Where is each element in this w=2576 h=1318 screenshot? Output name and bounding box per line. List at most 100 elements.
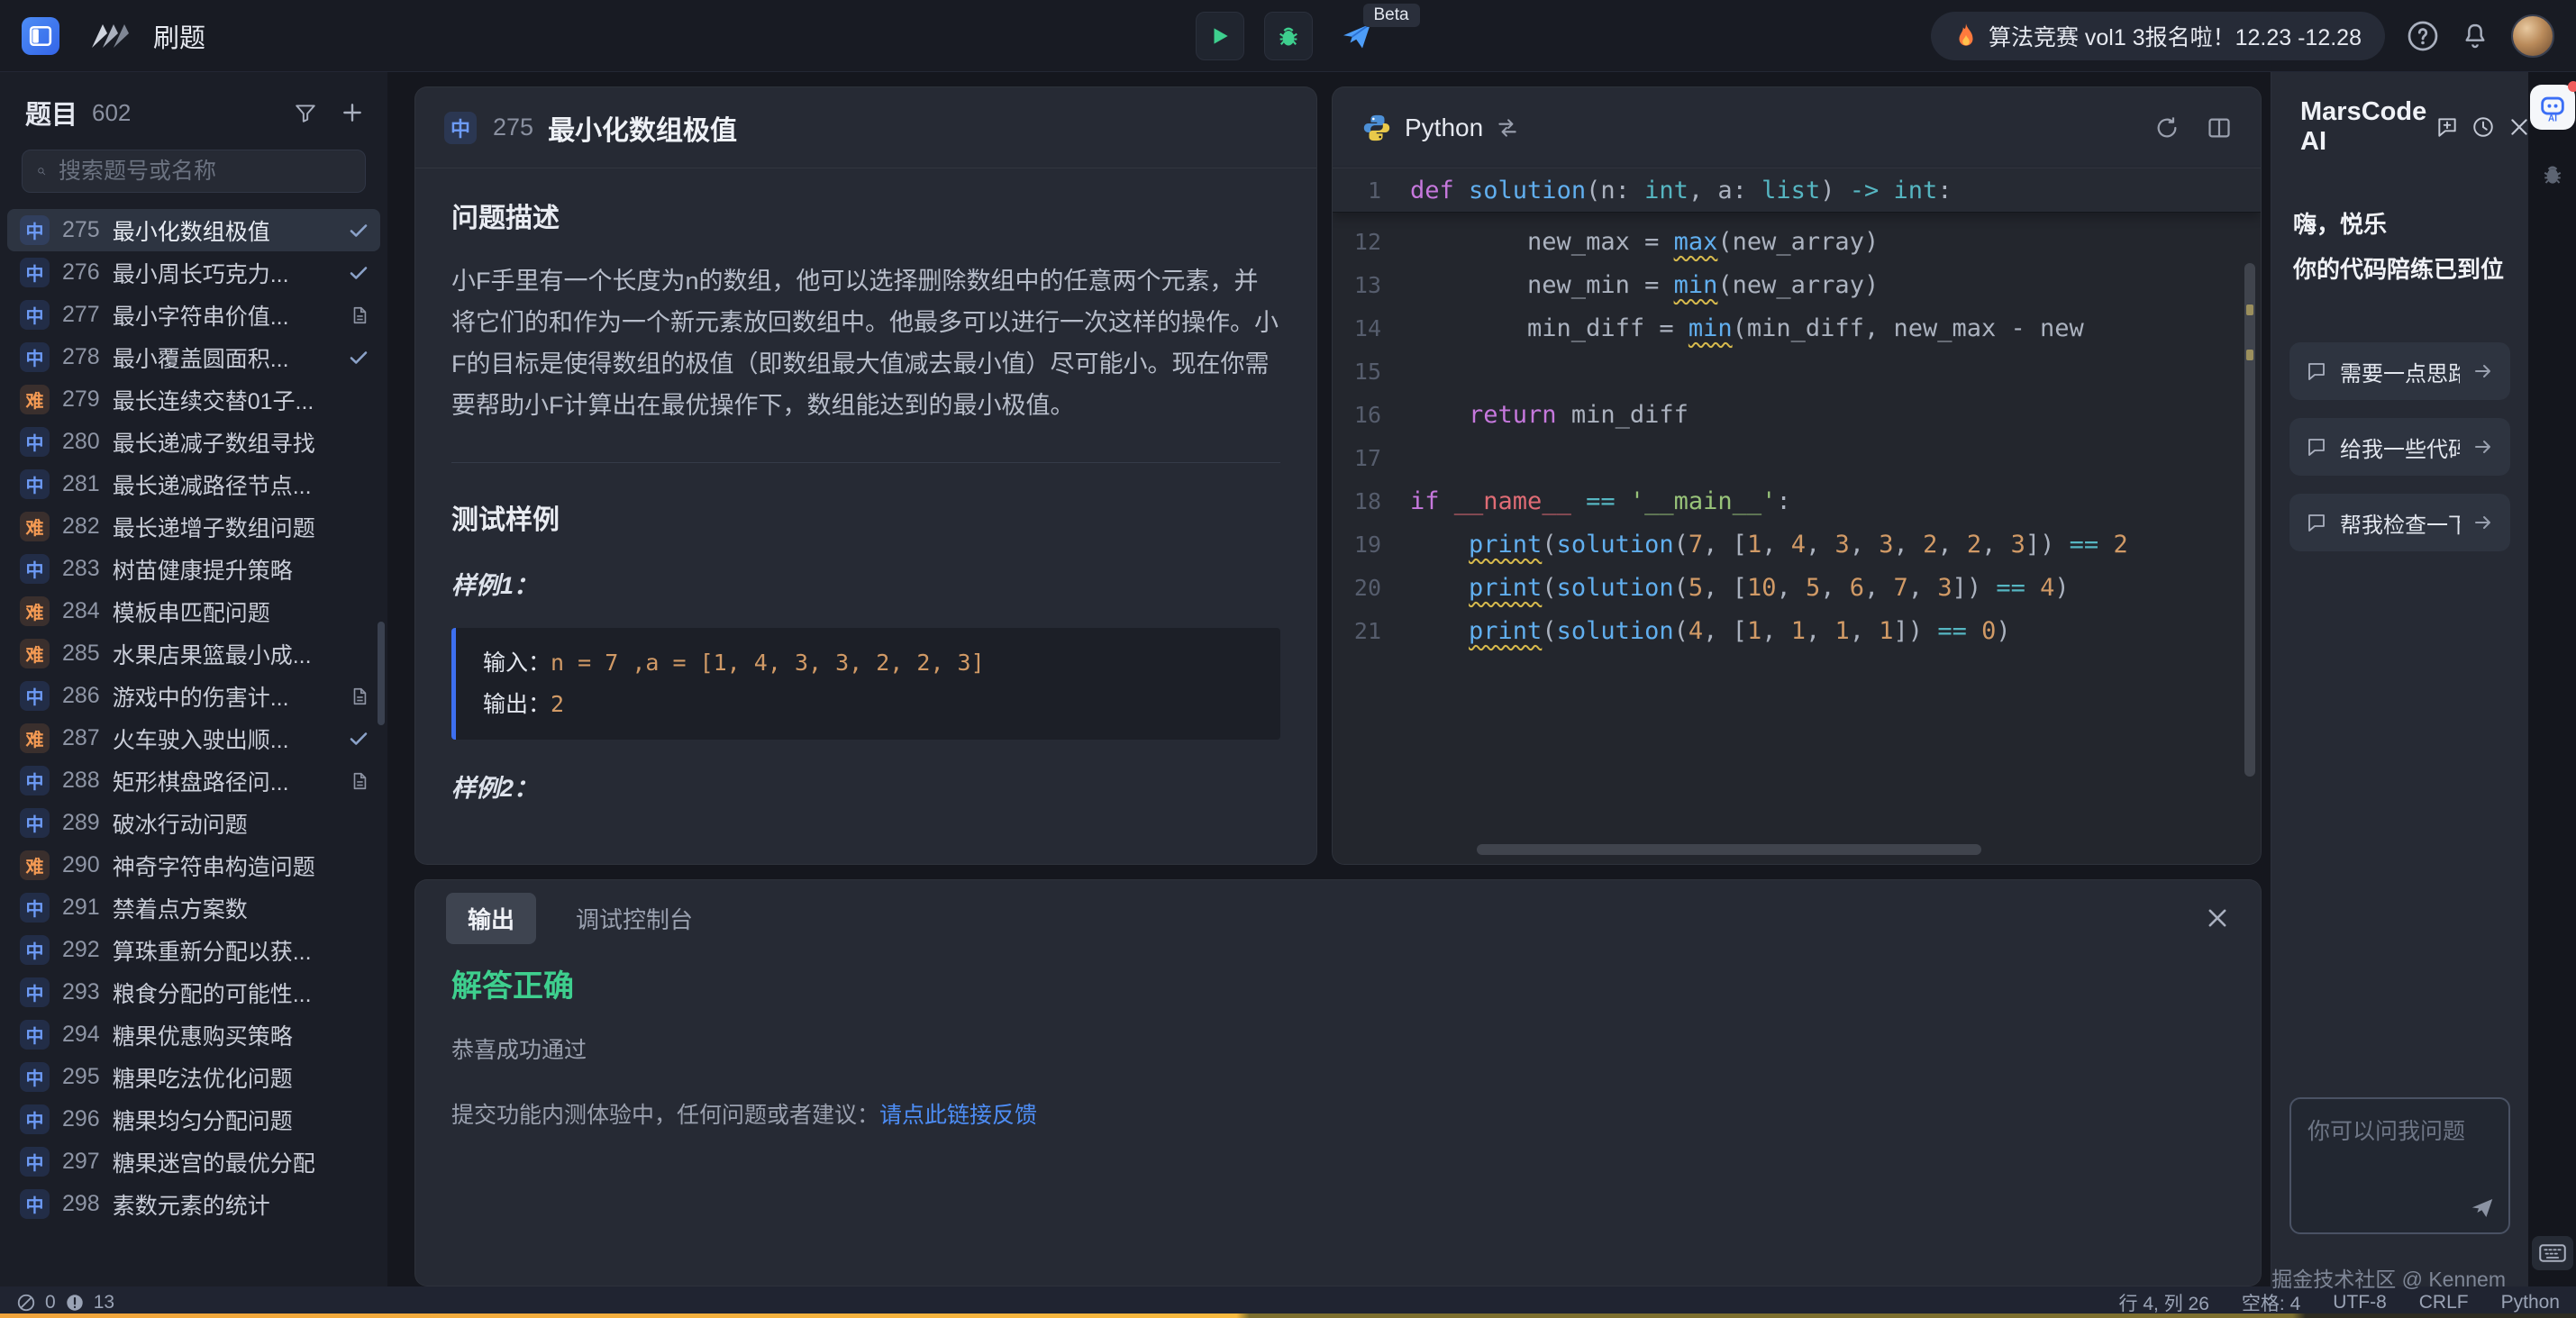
problem-item[interactable]: 中291禁着点方案数: [7, 886, 380, 929]
problem-item[interactable]: 难285水果店果篮最小成...: [7, 632, 380, 675]
code-lines: 12 new_max = max(new_array)13 new_min = …: [1333, 213, 2261, 652]
new-chat-icon[interactable]: [2435, 115, 2459, 139]
code-text: def solution(n: int, a: list) -> int:: [1410, 177, 1952, 205]
ai-greeting-line1: 嗨，悦乐: [2293, 202, 2507, 247]
ai-suggestion-card[interactable]: 帮我检查一下代码: [2289, 494, 2510, 551]
bug-report-icon[interactable]: [2538, 160, 2567, 187]
problem-item[interactable]: 中278最小覆盖圆面积...: [7, 336, 380, 378]
problem-title: 糖果优惠购买策略: [113, 1019, 369, 1051]
problem-count: 602: [92, 99, 131, 127]
code-line[interactable]: 18if __name__ == '__main__':: [1333, 479, 2261, 523]
problem-item[interactable]: 中283树苗健康提升策略: [7, 548, 380, 590]
difficulty-badge: 中: [20, 808, 50, 838]
problem-item[interactable]: 中298素数元素的统计: [7, 1183, 380, 1225]
difficulty-badge: 中: [20, 258, 50, 287]
close-icon[interactable]: [2205, 905, 2230, 931]
code-line[interactable]: 16 return min_diff: [1333, 393, 2261, 436]
problem-item[interactable]: 中294糖果优惠购买策略: [7, 1013, 380, 1056]
feedback-link[interactable]: 请点此链接反馈: [879, 1103, 1037, 1128]
app-logo[interactable]: [22, 17, 59, 55]
warnings-count[interactable]: 13: [94, 1292, 114, 1313]
ai-suggestion-card[interactable]: 需要一点思路提示: [2289, 342, 2510, 400]
chat-bubble-icon: [2306, 360, 2327, 382]
code-editor[interactable]: 1def solution(n: int, a: list) -> int: 1…: [1333, 169, 2261, 864]
sample-input-label: 输入：: [483, 650, 551, 676]
marscode-ai-icon[interactable]: AI: [2530, 85, 2575, 130]
problem-item[interactable]: 难282最长递增子数组问题: [7, 505, 380, 548]
errors-icon[interactable]: [16, 1293, 36, 1313]
sidebar-scrollbar[interactable]: [378, 622, 385, 725]
problem-item[interactable]: 中288矩形棋盘路径问...: [7, 759, 380, 802]
sticky-code-line[interactable]: 1def solution(n: int, a: list) -> int:: [1333, 169, 2261, 213]
problem-item[interactable]: 中286游戏中的伤害计...: [7, 675, 380, 717]
split-view-icon[interactable]: [2207, 115, 2232, 141]
run-button[interactable]: [1196, 12, 1244, 60]
warnings-icon[interactable]: [65, 1293, 85, 1313]
problem-item[interactable]: 中295糖果吃法优化问题: [7, 1056, 380, 1098]
status-language[interactable]: Python: [2501, 1292, 2560, 1313]
code-line[interactable]: 17: [1333, 436, 2261, 479]
line-number: 19: [1333, 532, 1410, 558]
problem-item[interactable]: 中276最小周长巧克力...: [7, 251, 380, 294]
send-icon[interactable]: [2469, 1195, 2496, 1222]
status-line-col[interactable]: 行 4, 列 26: [2119, 1289, 2209, 1316]
history-icon[interactable]: [2471, 115, 2495, 139]
avatar[interactable]: [2511, 14, 2554, 58]
difficulty-badge: 中: [20, 1020, 50, 1050]
problem-item[interactable]: 中297糖果迷宫的最优分配: [7, 1141, 380, 1183]
filter-icon[interactable]: [294, 101, 317, 124]
problem-item[interactable]: 中296糖果均匀分配问题: [7, 1098, 380, 1141]
code-text: min_diff = min(min_diff, new_max - new: [1410, 314, 2084, 342]
search-input[interactable]: [57, 158, 350, 186]
problem-item[interactable]: 中292算珠重新分配以获...: [7, 929, 380, 971]
status-indent[interactable]: 空格: 4: [2242, 1289, 2300, 1316]
status-encoding[interactable]: UTF-8: [2333, 1292, 2387, 1313]
code-line[interactable]: 14 min_diff = min(min_diff, new_max - ne…: [1333, 306, 2261, 350]
switch-language-icon[interactable]: [1496, 116, 1519, 140]
tab-output[interactable]: 输出: [446, 893, 536, 944]
debug-button[interactable]: [1264, 12, 1313, 60]
contest-banner[interactable]: 算法竞赛 vol1 3报名啦！12.23 -12.28: [1931, 12, 2385, 60]
bug-icon: [1276, 23, 1301, 49]
code-line[interactable]: 15: [1333, 350, 2261, 393]
bell-icon[interactable]: [2461, 21, 2490, 51]
add-icon[interactable]: [341, 101, 364, 124]
problem-item[interactable]: 难287火车驶入驶出顺...: [7, 717, 380, 759]
help-icon[interactable]: [2407, 20, 2439, 52]
difficulty-badge: 难: [20, 723, 50, 753]
keyboard-icon[interactable]: [2532, 1236, 2573, 1270]
line-number: 16: [1333, 402, 1410, 428]
ai-suggestion-card[interactable]: 给我一些代码提示: [2289, 418, 2510, 476]
ai-question-input[interactable]: [2291, 1099, 2508, 1189]
editor-horizontal-scrollbar[interactable]: [1477, 844, 1981, 855]
problem-number: 292: [62, 937, 100, 963]
problem-item[interactable]: 中275最小化数组极值: [7, 209, 380, 251]
brand-logo-icon: [83, 21, 132, 51]
problem-title: 算珠重新分配以获...: [113, 934, 369, 967]
status-eol[interactable]: CRLF: [2419, 1292, 2469, 1313]
submit-button[interactable]: Beta: [1333, 12, 1381, 60]
output-body: 解答正确 恭喜成功通过 提交功能内测体验中，任何问题或者建议：请点此链接反馈: [415, 956, 2261, 1130]
problem-item[interactable]: 难284模板串匹配问题: [7, 590, 380, 632]
problem-item[interactable]: 难279最长连续交替01子...: [7, 378, 380, 421]
divider: [451, 462, 1280, 463]
difficulty-badge: 难: [20, 512, 50, 541]
code-line[interactable]: 20 print(solution(5, [10, 5, 6, 7, 3]) =…: [1333, 566, 2261, 609]
sample2-label: 样例2：: [451, 768, 1280, 804]
problem-item[interactable]: 中293粮食分配的可能性...: [7, 971, 380, 1013]
code-line[interactable]: 13 new_min = min(new_array): [1333, 263, 2261, 306]
feedback-text: 提交功能内测体验中，任何问题或者建议：: [451, 1103, 879, 1128]
problem-item[interactable]: 中281最长递减路径节点...: [7, 463, 380, 505]
reset-code-icon[interactable]: [2154, 115, 2180, 141]
editor-vertical-scrollbar[interactable]: [2244, 263, 2255, 777]
problem-item[interactable]: 中277最小字符串价值...: [7, 294, 380, 336]
code-line[interactable]: 12 new_max = max(new_array): [1333, 220, 2261, 263]
code-line[interactable]: 19 print(solution(7, [1, 4, 3, 3, 2, 2, …: [1333, 523, 2261, 566]
problem-item[interactable]: 中289破冰行动问题: [7, 802, 380, 844]
tab-debug-console[interactable]: 调试控制台: [576, 902, 693, 935]
errors-count[interactable]: 0: [45, 1292, 56, 1313]
problem-item[interactable]: 难290神奇字符串构造问题: [7, 844, 380, 886]
problem-item[interactable]: 中280最长递减子数组寻找: [7, 421, 380, 463]
problem-title: 最长递减路径节点...: [113, 468, 369, 501]
code-line[interactable]: 21 print(solution(4, [1, 1, 1, 1]) == 0): [1333, 609, 2261, 652]
